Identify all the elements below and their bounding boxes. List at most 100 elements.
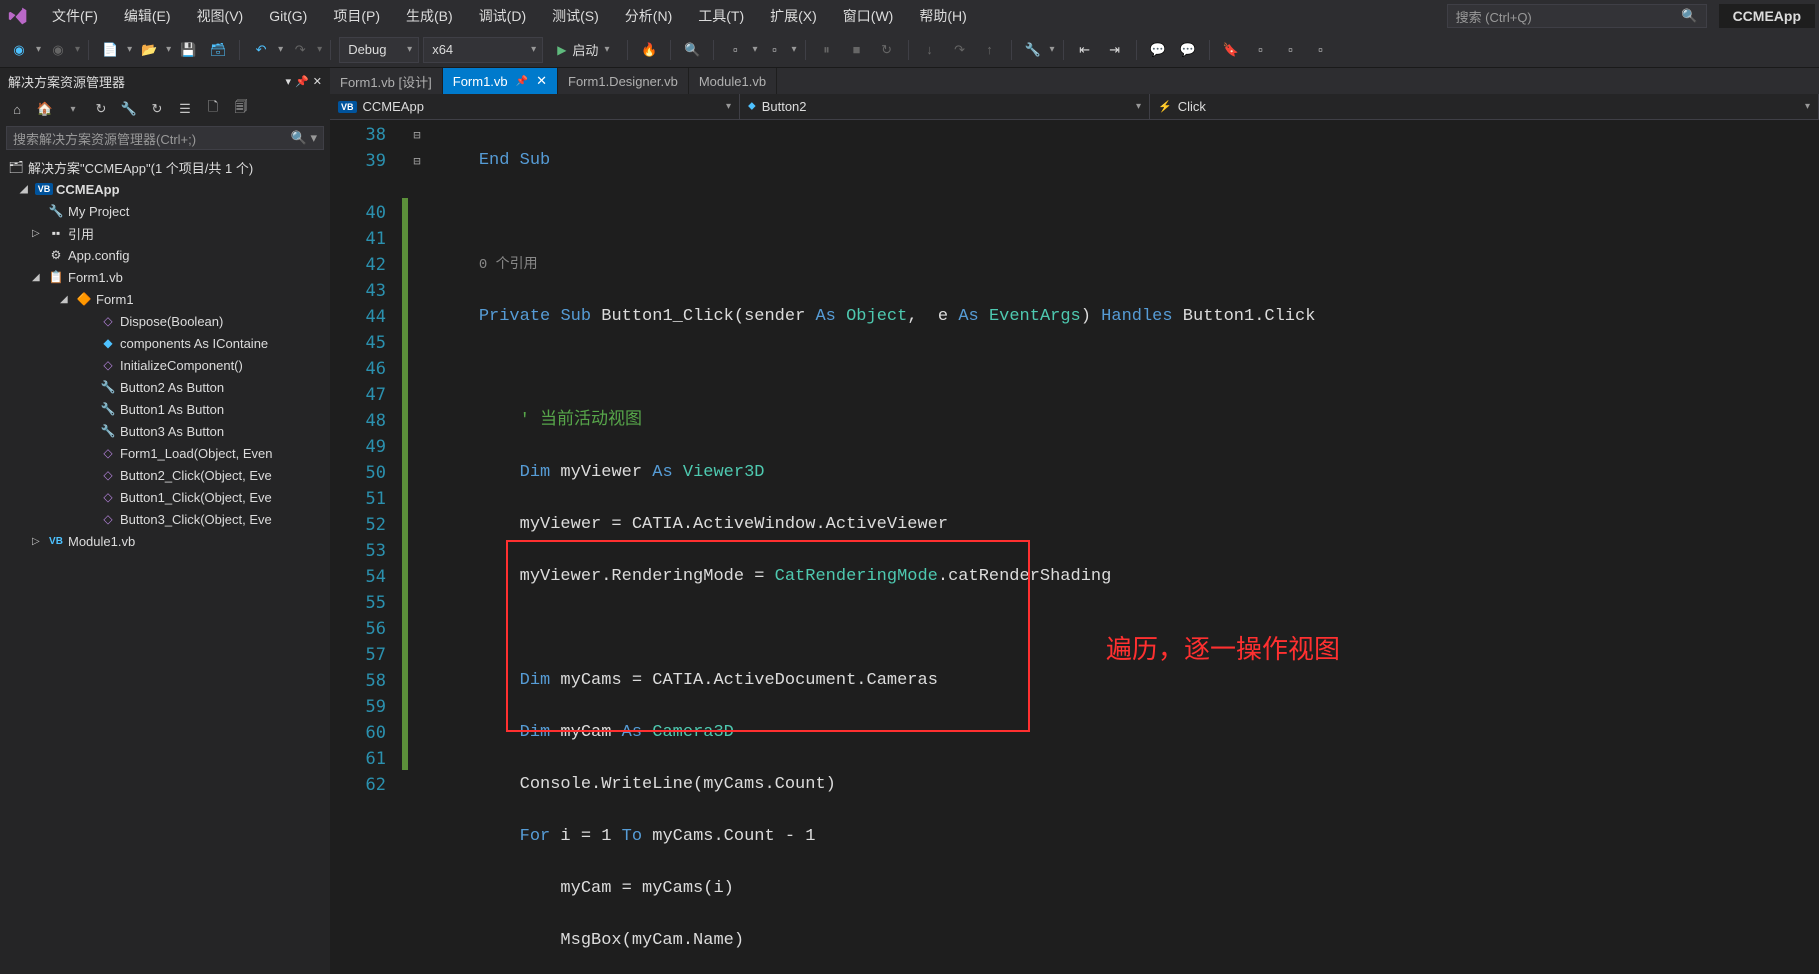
restart-button[interactable]: ↻ xyxy=(874,37,900,63)
view-icon[interactable]: 🗋 xyxy=(202,98,224,120)
panel-dropdown-icon[interactable]: ▾ xyxy=(286,75,292,88)
button2-field-node[interactable]: 🔧 Button2 As Button xyxy=(0,376,330,398)
tab-form1-designer[interactable]: Form1.Designer.vb xyxy=(558,68,689,94)
global-search-input[interactable]: 搜索 (Ctrl+Q) 🔍 xyxy=(1447,4,1707,28)
expander-icon[interactable]: ◢ xyxy=(20,184,32,195)
button3-field-node[interactable]: 🔧 Button3 As Button xyxy=(0,420,330,442)
form1-vb-node[interactable]: ◢ 📋 Form1.vb xyxy=(0,266,330,288)
button2-click-node[interactable]: ◇ Button2_Click(Object, Eve xyxy=(0,464,330,486)
solution-search-input[interactable]: 搜索解决方案资源管理器(Ctrl+;) 🔍 ▾ xyxy=(6,126,324,150)
copy-icon[interactable]: 🗐 xyxy=(230,98,252,120)
tab-form1-design[interactable]: Form1.vb [设计] xyxy=(330,68,443,94)
init-component-node[interactable]: ◇ InitializeComponent() xyxy=(0,354,330,376)
home-icon[interactable]: ⌂ xyxy=(6,98,28,120)
module1-node[interactable]: ▷ VB Module1.vb xyxy=(0,530,330,552)
vb-project-icon: VB xyxy=(36,183,52,195)
panel-pin-icon[interactable]: 📌 xyxy=(295,75,309,88)
comment-button[interactable]: 💬 xyxy=(1145,37,1171,63)
codelens-references[interactable]: 0 个引用 xyxy=(479,257,538,273)
uncomment-button[interactable]: 💬 xyxy=(1175,37,1201,63)
stop-button[interactable]: ■ xyxy=(844,37,870,63)
references-node[interactable]: ▷ ▪▪ 引用 xyxy=(0,222,330,244)
step-out-button[interactable]: ↑ xyxy=(977,37,1003,63)
nav-scope-dropdown[interactable]: VB CCMEApp ▾ xyxy=(330,94,740,119)
start-debug-button[interactable]: ▶ 启动 ▾ xyxy=(547,37,619,63)
expander-icon[interactable]: ▷ xyxy=(32,536,44,547)
event-icon: ⚡ xyxy=(1158,100,1172,113)
close-icon[interactable]: ✕ xyxy=(536,73,547,89)
indent-in-button[interactable]: ⇥ xyxy=(1102,37,1128,63)
pause-button[interactable]: ⏸ xyxy=(814,37,840,63)
show-all-icon[interactable]: 🔧 xyxy=(118,98,140,120)
extra-2[interactable]: ▫ xyxy=(1278,37,1304,63)
code-editor[interactable]: 3839404142434445464748495051525354555657… xyxy=(330,120,1819,974)
button-b[interactable]: ▫ xyxy=(762,37,788,63)
tab-form1-vb[interactable]: Form1.vb 📌 ✕ xyxy=(443,68,558,94)
button-a[interactable]: ▫ xyxy=(722,37,748,63)
step-over-button[interactable]: ↷ xyxy=(947,37,973,63)
step-into-button[interactable]: ↓ xyxy=(917,37,943,63)
form1-load-node[interactable]: ◇ Form1_Load(Object, Even xyxy=(0,442,330,464)
refresh-icon[interactable]: ↻ xyxy=(146,98,168,120)
method-icon: ◇ xyxy=(100,468,116,482)
nav-object-dropdown[interactable]: ⬥ Button2 ▾ xyxy=(740,94,1150,119)
extra-3[interactable]: ▫ xyxy=(1308,37,1334,63)
code-content[interactable]: End Sub 0 个引用 Private Sub Button1_Click(… xyxy=(426,120,1819,974)
button1-click-node[interactable]: ◇ Button1_Click(Object, Eve xyxy=(0,486,330,508)
redo-button[interactable]: ↷ xyxy=(287,37,313,63)
menu-git[interactable]: Git(G) xyxy=(257,4,319,28)
vb-file-icon: VB xyxy=(48,536,64,547)
new-project-button[interactable]: 📄 xyxy=(97,37,123,63)
field-icon: 🔧 xyxy=(100,402,116,416)
platform-dropdown[interactable]: x64 xyxy=(423,37,543,63)
bookmark-button[interactable]: 🔖 xyxy=(1218,37,1244,63)
vs-logo-icon xyxy=(4,2,32,30)
open-button[interactable]: 📂 xyxy=(136,37,162,63)
nav-forward-button[interactable]: ◉ xyxy=(45,37,71,63)
menu-window[interactable]: 窗口(W) xyxy=(831,2,906,30)
undo-button[interactable]: ↶ xyxy=(248,37,274,63)
form1-class-node[interactable]: ◢ 🔶 Form1 xyxy=(0,288,330,310)
expander-icon[interactable]: ◢ xyxy=(32,272,44,283)
project-node[interactable]: ◢ VB CCMEApp xyxy=(0,178,330,200)
props-icon[interactable]: ☰ xyxy=(174,98,196,120)
button3-click-node[interactable]: ◇ Button3_Click(Object, Eve xyxy=(0,508,330,530)
menu-build[interactable]: 生成(B) xyxy=(394,2,465,30)
nav-back-button[interactable]: ◉ xyxy=(6,37,32,63)
form-icon: 📋 xyxy=(48,270,64,284)
expander-icon[interactable]: ◢ xyxy=(60,294,72,305)
expander-icon[interactable]: ▷ xyxy=(32,228,44,239)
app-config-node[interactable]: ⚙ App.config xyxy=(0,244,330,266)
tab-module1[interactable]: Module1.vb xyxy=(689,68,777,94)
save-button[interactable]: 💾 xyxy=(175,37,201,63)
config-dropdown[interactable]: Debug xyxy=(339,37,419,63)
menu-project[interactable]: 项目(P) xyxy=(321,2,392,30)
nav-method-dropdown[interactable]: ⚡ Click ▾ xyxy=(1150,94,1819,119)
extra-1[interactable]: ▫ xyxy=(1248,37,1274,63)
toggle-1[interactable]: 🔧 xyxy=(1020,37,1046,63)
solution-node[interactable]: 🗂 解决方案"CCMEApp"(1 个项目/共 1 个) xyxy=(0,156,330,178)
menu-test[interactable]: 测试(S) xyxy=(540,2,611,30)
menu-debug[interactable]: 调试(D) xyxy=(467,2,538,30)
button1-field-node[interactable]: 🔧 Button1 As Button xyxy=(0,398,330,420)
menu-edit[interactable]: 编辑(E) xyxy=(112,2,183,30)
dispose-method-node[interactable]: ◇ Dispose(Boolean) xyxy=(0,310,330,332)
collapse-icon[interactable]: ↻ xyxy=(90,98,112,120)
save-all-button[interactable]: 🗃 xyxy=(205,37,231,63)
menu-tools[interactable]: 工具(T) xyxy=(686,2,756,30)
pin-icon[interactable]: 📌 xyxy=(516,76,528,87)
hot-reload-button[interactable]: 🔥 xyxy=(636,37,662,63)
search-placeholder: 搜索解决方案资源管理器(Ctrl+;) xyxy=(13,129,196,148)
components-field-node[interactable]: ◆ components As IContaine xyxy=(0,332,330,354)
find-in-files-button[interactable]: 🔍 xyxy=(679,37,705,63)
method-icon: ◇ xyxy=(100,490,116,504)
menu-view[interactable]: 视图(V) xyxy=(185,2,256,30)
panel-close-icon[interactable]: ✕ xyxy=(313,75,322,88)
menu-help[interactable]: 帮助(H) xyxy=(907,2,978,30)
sync-icon[interactable]: 🏠 xyxy=(34,98,56,120)
indent-out-button[interactable]: ⇤ xyxy=(1072,37,1098,63)
menu-analyze[interactable]: 分析(N) xyxy=(613,2,684,30)
menu-extensions[interactable]: 扩展(X) xyxy=(758,2,829,30)
my-project-node[interactable]: 🔧 My Project xyxy=(0,200,330,222)
menu-file[interactable]: 文件(F) xyxy=(40,2,110,30)
